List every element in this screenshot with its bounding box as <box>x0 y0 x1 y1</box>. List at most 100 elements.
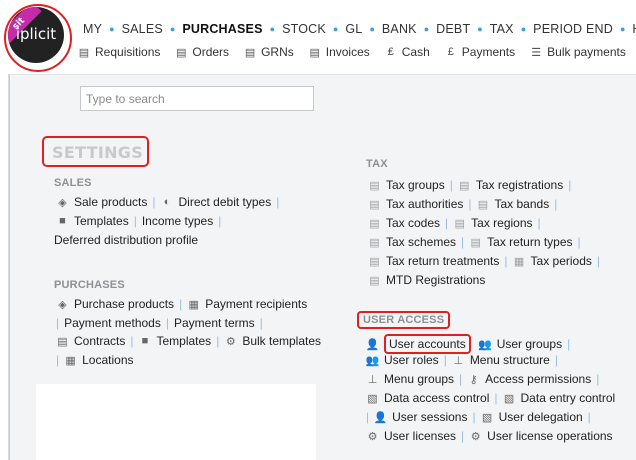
user-access-row-6: ⚙ User licenses | ⚙ User license operation… <box>366 429 613 443</box>
subnav-requisitions[interactable]: ▤ Requisitions <box>78 45 161 59</box>
link-bulk-templates[interactable]: ⚙ Bulk templates <box>224 334 321 348</box>
subnav-cash[interactable]: ₤ Cash <box>385 45 430 59</box>
pound-icon: £ <box>447 46 454 58</box>
template-icon: ■ <box>141 335 149 347</box>
link-sales-templates[interactable]: ■ Templates <box>56 214 129 228</box>
tax-icon: ▤ <box>369 255 380 268</box>
template-icon: ■ <box>59 215 66 227</box>
link-tax-schemes[interactable]: ▤ Tax schemes <box>368 235 456 249</box>
list-icon: ☰ <box>531 46 542 59</box>
hierarchy-icon: ⊥ <box>367 373 378 386</box>
topnav-period-end[interactable]: PERIOD END <box>532 22 614 36</box>
contract-icon: ▤ <box>57 335 68 348</box>
tax-icon: ▤ <box>369 274 380 287</box>
link-deferred-distribution-profile[interactable]: Deferred distribution profile <box>54 233 198 247</box>
link-tax-regions[interactable]: ▤ Tax regions <box>453 216 532 230</box>
tax-icon: ▤ <box>369 179 380 192</box>
topnav-sales[interactable]: SALES <box>121 22 164 36</box>
link-user-groups[interactable]: 👥 User groups <box>478 337 562 351</box>
data-icon: ▧ <box>503 392 515 405</box>
tax-row-3: ▤ Tax codes | ▤ Tax regions | <box>368 216 541 230</box>
link-tax-groups[interactable]: ▤ Tax groups <box>368 178 444 192</box>
search-input[interactable] <box>80 86 314 111</box>
link-tax-return-types[interactable]: ▤ Tax return types <box>469 235 572 249</box>
link-payment-recipients[interactable]: ▦ Payment recipients <box>187 297 307 311</box>
link-user-licenses[interactable]: ⚙ User licenses <box>366 429 456 443</box>
cash-icon: ₤ <box>387 46 394 58</box>
tax-row-4: ▤ Tax schemes | ▤ Tax return types | <box>368 235 581 249</box>
link-mtd-registrations[interactable]: ▤ MTD Registrations <box>368 273 485 287</box>
link-tax-return-treatments[interactable]: ▤ Tax return treatments <box>368 254 499 268</box>
link-purchase-products[interactable]: ◈ Purchase products <box>56 297 174 311</box>
tax-icon: ▤ <box>477 198 489 211</box>
link-user-delegation[interactable]: ▧ User delegation <box>481 410 583 424</box>
subnav-invoices[interactable]: ▤ Invoices <box>309 45 370 59</box>
sales-row-1: ◈ Sale products | ◐ Direct debit types | <box>56 195 284 209</box>
purchases-row-1: ◈ Purchase products | ▦ Payment recipients <box>56 297 307 311</box>
user-access-row-2: 👥 User roles | ⊥ Menu structure | <box>365 353 558 367</box>
tax-row-1: ▤ Tax groups | ▤ Tax registrations | <box>368 178 572 192</box>
link-sale-products[interactable]: ◈ Sale products <box>56 195 147 209</box>
topnav-hr[interactable]: HR <box>631 22 636 36</box>
topnav-stock[interactable]: STOCK <box>281 22 327 36</box>
purchases-row-2: | Payment methods | Payment terms | <box>56 316 263 330</box>
subnav-grns[interactable]: ▤ GRNs <box>244 45 294 59</box>
tax-icon: ▤ <box>459 179 470 192</box>
link-contracts[interactable]: ▤ Contracts <box>56 334 125 348</box>
section-title-tax: TAX <box>366 158 388 170</box>
link-menu-groups[interactable]: ⊥ Menu groups <box>366 372 454 386</box>
link-payment-methods[interactable]: Payment methods <box>64 316 161 330</box>
tax-row-2: ▤ Tax authorities | ▤ Tax bands | <box>368 197 558 211</box>
link-data-entry-control[interactable]: ▧ Data entry control <box>503 391 615 405</box>
subnav-payments[interactable]: £ Payments <box>445 45 515 59</box>
link-tax-periods[interactable]: ▦ Tax periods <box>513 254 592 268</box>
link-payment-terms[interactable]: Payment terms <box>174 316 255 330</box>
link-access-permissions[interactable]: ⚷ Access permissions <box>467 372 592 386</box>
user-icon: 👤 <box>373 411 388 424</box>
link-direct-debit-types[interactable]: ◐ Direct debit types <box>161 195 272 209</box>
logo-text: iplicit <box>15 25 57 43</box>
subnav-bulk-payments[interactable]: ☰ Bulk payments <box>530 45 626 59</box>
tax-row-5: ▤ Tax return treatments | ▦ Tax periods | <box>368 254 601 268</box>
group-icon: 👥 <box>478 338 493 351</box>
tax-icon: ▤ <box>369 217 380 230</box>
app-logo[interactable]: sit iplicit <box>8 7 64 63</box>
user-access-row-3: ⊥ Menu groups | ⚷ Access permissions | <box>366 372 600 386</box>
document-icon: ▤ <box>176 46 187 59</box>
user-access-row-4: ▧ Data access control | ▧ Data entry contr… <box>366 391 616 405</box>
link-menu-structure[interactable]: ⊥ Menu structure <box>452 353 550 367</box>
link-user-accounts[interactable]: User accounts <box>384 334 471 354</box>
calendar-icon: ▦ <box>513 255 525 268</box>
group-icon: 👥 <box>365 354 380 367</box>
topnav-gl[interactable]: GL <box>344 22 363 36</box>
data-icon: ▧ <box>367 392 378 405</box>
link-user-sessions[interactable]: 👤 User sessions <box>373 410 468 424</box>
link-tax-bands[interactable]: ▤ Tax bands <box>477 197 549 211</box>
link-user-roles[interactable]: 👥 User roles <box>366 353 439 367</box>
gear-icon: ⚙ <box>367 430 378 443</box>
user-access-row-5: | 👤 User sessions | ▧ User delegation | <box>366 410 591 424</box>
purchases-row-4: | ▦ Locations <box>56 353 134 367</box>
page-title: SETTINGS <box>42 136 149 167</box>
link-tax-authorities[interactable]: ▤ Tax authorities <box>368 197 463 211</box>
link-tax-registrations[interactable]: ▤ Tax registrations <box>458 178 563 192</box>
topnav-bank[interactable]: BANK <box>381 22 418 36</box>
topnav-purchases[interactable]: PURCHASES <box>181 22 263 36</box>
document-icon: ▤ <box>244 46 256 59</box>
topnav-debt[interactable]: DEBT <box>435 22 471 36</box>
link-income-types[interactable]: Income types <box>142 214 213 228</box>
user-access-row-1: 👤 User accounts 👥 User groups | <box>366 334 575 354</box>
tax-icon: ▤ <box>470 236 481 249</box>
topnav-tax[interactable]: TAX <box>489 22 515 36</box>
link-tax-codes[interactable]: ▤ Tax codes <box>368 216 440 230</box>
purchases-row-3: ▤ Contracts | ■ Templates | ⚙ Bulk template… <box>56 334 322 348</box>
tax-icon: ▤ <box>454 217 465 230</box>
sub-navigation: ▤ Requisitions ▤ Orders ▤ GRNs ▤ Invoices ₤ C… <box>78 43 636 61</box>
link-purchase-templates[interactable]: ■ Templates <box>138 334 212 348</box>
link-locations[interactable]: ▦ Locations <box>64 353 133 367</box>
link-user-license-operations[interactable]: ⚙ User license operations <box>469 429 613 443</box>
link-data-access-control[interactable]: ▧ Data access control <box>366 391 489 405</box>
subnav-orders[interactable]: ▤ Orders <box>175 45 229 59</box>
gear-icon: ⚙ <box>470 430 481 443</box>
topnav-my[interactable]: MY <box>82 22 103 36</box>
